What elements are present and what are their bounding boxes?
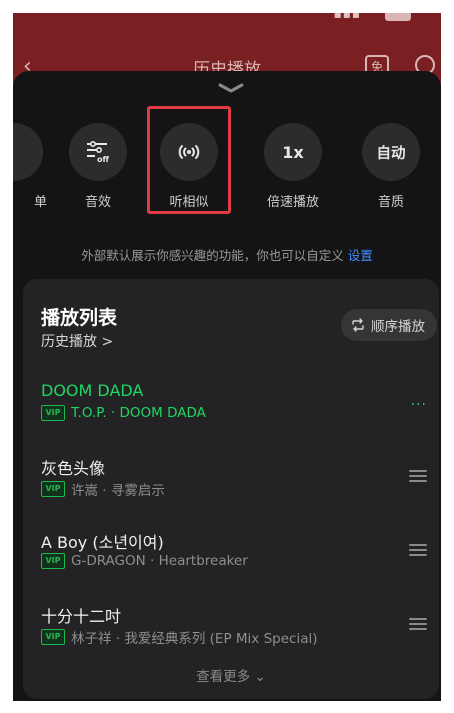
collapse-handle-icon[interactable] <box>217 81 245 95</box>
drag-handle-icon[interactable] <box>409 541 427 556</box>
play-order-button[interactable]: 顺序播放 <box>341 309 437 341</box>
song-name: 十分十二吋 <box>41 607 122 626</box>
settings-link[interactable]: 设置 <box>348 248 373 263</box>
tool-label: 单 <box>33 195 47 210</box>
song-name: 灰色头像 <box>41 459 106 478</box>
vip-badge: VIP <box>41 481 65 497</box>
tool-label: 倍速播放 <box>266 195 319 210</box>
playlist-title: 播放列表 <box>41 307 118 329</box>
tool-quality[interactable]: 自动 音质 <box>356 123 426 210</box>
drag-handle-icon[interactable] <box>409 615 427 630</box>
song-artist: 林子祥 · 我爱经典系列 (EP Mix Special) <box>71 631 318 647</box>
tool-playlist[interactable]: 单 <box>13 123 49 210</box>
status-bar: ▪▪▪ <box>13 13 441 21</box>
play-order-label: 顺序播放 <box>371 319 425 335</box>
highlight-box <box>147 106 231 214</box>
now-playing-icon: ··· <box>410 397 427 413</box>
tool-label: 音效 <box>84 195 111 210</box>
vip-badge: VIP <box>41 629 65 645</box>
song-meta: VIP T.O.P. · DOOM DADA <box>41 405 206 421</box>
equalizer-off-icon: off <box>69 123 127 181</box>
song-meta: VIP 林子祥 · 我爱经典系列 (EP Mix Special) <box>41 627 317 647</box>
tool-sound-effect[interactable]: off 音效 <box>63 123 133 210</box>
song-meta: VIP G-DRAGON · Heartbreaker <box>41 553 248 569</box>
vip-badge: VIP <box>41 553 65 569</box>
song-artist: 许嵩 · 寻雾启示 <box>71 483 165 499</box>
customize-hint: 外部默认展示你感兴趣的功能，你也可以自定义 设置 <box>13 245 441 264</box>
speed-value: 1x <box>282 142 304 162</box>
quality-icon: 自动 <box>362 123 420 181</box>
song-row[interactable]: A Boy (소년이여) VIP G-DRAGON · Heartbreaker <box>41 529 431 579</box>
speed-icon: 1x <box>264 123 322 181</box>
song-artist: G-DRAGON · Heartbreaker <box>71 553 248 569</box>
song-name: DOOM DADA <box>41 381 144 400</box>
song-row[interactable]: 十分十二吋 VIP 林子祥 · 我爱经典系列 (EP Mix Special) <box>41 603 431 653</box>
history-link[interactable]: 历史播放 > <box>41 331 113 351</box>
list-icon <box>13 123 43 181</box>
drag-handle-icon[interactable] <box>409 467 427 482</box>
song-row[interactable]: 灰色头像 VIP 许嵩 · 寻雾启示 <box>41 455 431 505</box>
battery-icon <box>385 13 411 21</box>
vip-badge: VIP <box>41 405 65 421</box>
playlist-card: 播放列表 历史播放 > 顺序播放 DOOM DADA VIP T.O.P. · … <box>23 279 439 699</box>
view-more-button[interactable]: 查看更多 ⌄ <box>23 665 439 685</box>
tool-label: 音质 <box>377 195 404 210</box>
quality-value: 自动 <box>376 145 406 162</box>
song-artist: T.O.P. · DOOM DADA <box>71 405 206 421</box>
equalizer-off-text: off <box>97 155 109 164</box>
phone-screen: ▪▪▪ ‹ 历史播放 免 单 off 音效 听相似 1x 倍速播放 自动 音质 … <box>13 13 441 701</box>
hint-text: 外部默认展示你感兴趣的功能，你也可以自定义 <box>81 248 344 263</box>
tool-speed[interactable]: 1x 倍速播放 <box>258 123 328 210</box>
song-name: A Boy (소년이여) <box>41 533 164 552</box>
signal-icon: ▪▪▪ <box>333 13 361 21</box>
repeat-icon <box>352 318 364 332</box>
song-row[interactable]: DOOM DADA VIP T.O.P. · DOOM DADA ··· <box>41 381 431 431</box>
player-more-sheet: 单 off 音效 听相似 1x 倍速播放 自动 音质 外部默认展示你感兴趣的功能… <box>13 71 441 701</box>
song-meta: VIP 许嵩 · 寻雾启示 <box>41 479 165 499</box>
